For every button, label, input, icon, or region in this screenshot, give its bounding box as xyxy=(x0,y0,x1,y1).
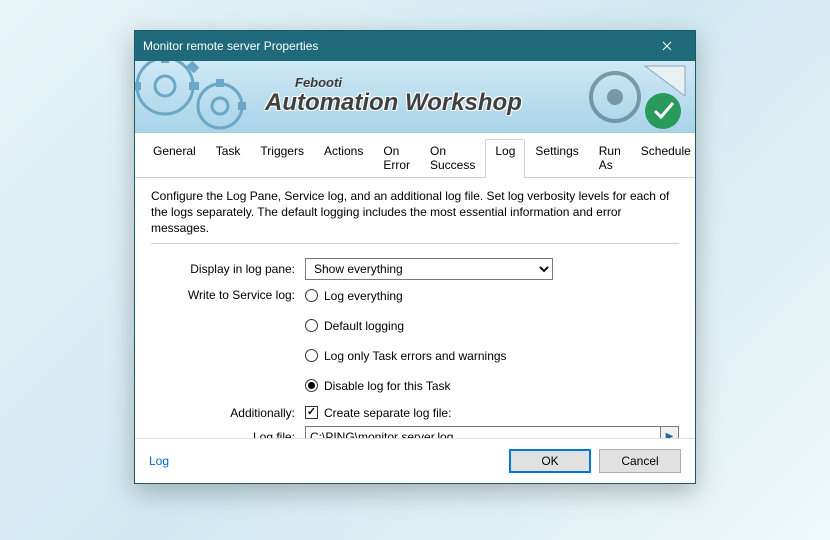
radio-default-logging-label: Default logging xyxy=(324,319,404,333)
logfile-input[interactable] xyxy=(305,426,661,438)
tab-content: Configure the Log Pane, Service log, and… xyxy=(135,178,695,438)
ok-button[interactable]: OK xyxy=(509,449,591,473)
radio-disable-log[interactable] xyxy=(305,379,318,392)
chevron-right-icon: ▶ xyxy=(666,431,674,438)
tab-general[interactable]: General xyxy=(143,139,206,177)
additionally-label: Additionally: xyxy=(151,406,305,420)
properties-dialog: Monitor remote server Properties xyxy=(134,30,696,484)
radio-errors-warnings-label: Log only Task errors and warnings xyxy=(324,349,507,363)
display-label: Display in log pane: xyxy=(151,262,305,276)
tab-settings[interactable]: Settings xyxy=(525,139,588,177)
dialog-footer: Log OK Cancel xyxy=(135,438,695,483)
logfile-label: Log file: xyxy=(151,430,305,438)
cancel-button[interactable]: Cancel xyxy=(599,449,681,473)
close-icon xyxy=(662,41,672,51)
radio-disable-log-label: Disable log for this Task xyxy=(324,379,451,393)
help-link[interactable]: Log xyxy=(149,454,169,468)
tab-triggers[interactable]: Triggers xyxy=(250,139,314,177)
radio-errors-warnings[interactable] xyxy=(305,349,318,362)
window-title: Monitor remote server Properties xyxy=(143,39,647,53)
banner: Febooti Automation Workshop xyxy=(135,61,695,133)
tab-on-error[interactable]: On Error xyxy=(373,139,420,177)
tab-on-success[interactable]: On Success xyxy=(420,139,485,177)
banner-brand: Febooti xyxy=(295,75,342,90)
description-text: Configure the Log Pane, Service log, and… xyxy=(151,188,679,237)
tab-actions[interactable]: Actions xyxy=(314,139,373,177)
logfile-browse-button[interactable]: ▶ xyxy=(661,426,679,438)
tab-schedule[interactable]: Schedule xyxy=(631,139,701,177)
tab-task[interactable]: Task xyxy=(206,139,251,177)
banner-product: Automation Workshop xyxy=(265,89,522,117)
tab-run-as[interactable]: Run As xyxy=(589,139,631,177)
display-select[interactable]: Show everything xyxy=(305,258,553,280)
divider xyxy=(151,243,679,244)
create-logfile-label: Create separate log file: xyxy=(324,406,451,420)
tab-strip: General Task Triggers Actions On Error O… xyxy=(135,133,695,178)
banner-right-decoration xyxy=(545,61,695,133)
create-logfile-checkbox[interactable] xyxy=(305,406,318,419)
radio-default-logging[interactable] xyxy=(305,319,318,332)
service-log-label: Write to Service log: xyxy=(151,286,305,302)
titlebar: Monitor remote server Properties xyxy=(135,31,695,61)
tab-log[interactable]: Log xyxy=(485,139,525,178)
radio-log-everything[interactable] xyxy=(305,289,318,302)
close-button[interactable] xyxy=(647,31,687,61)
radio-log-everything-label: Log everything xyxy=(324,289,403,303)
